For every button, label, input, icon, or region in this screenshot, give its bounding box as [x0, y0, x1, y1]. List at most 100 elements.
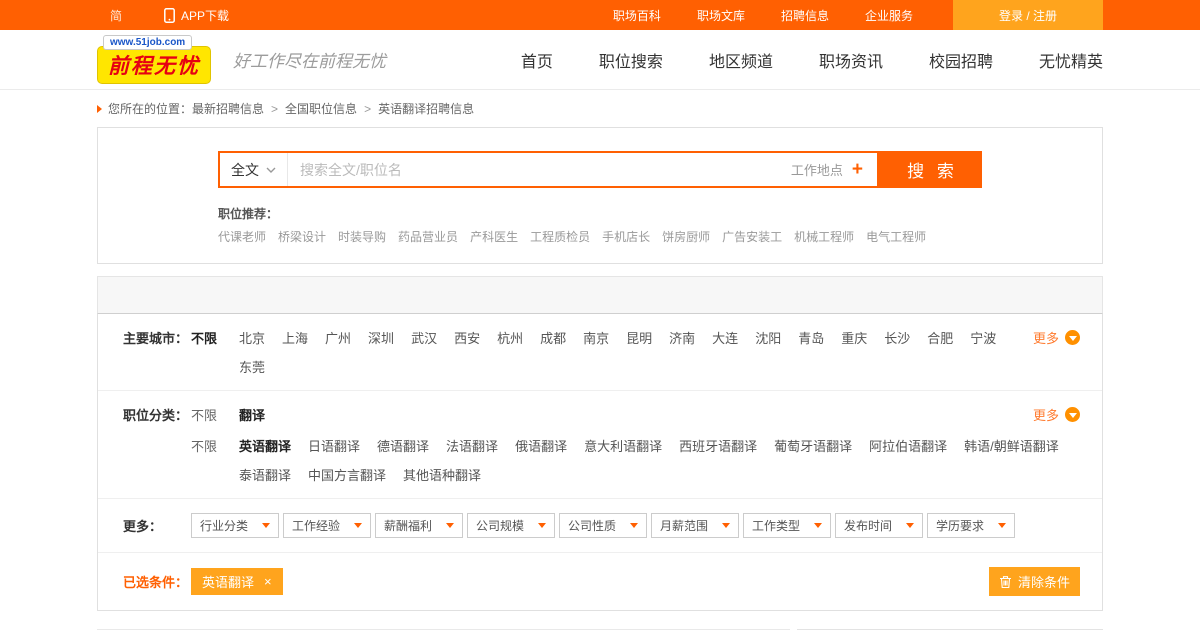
nav-item[interactable]: 职位搜索 [599, 48, 663, 72]
breadcrumb: 您所在的位置： 最新招聘信息 > 全国职位信息 > 英语翻译招聘信息 [97, 100, 1103, 117]
filter-dropdown[interactable]: 工作经验 [283, 513, 371, 538]
recommend-item[interactable]: 桥梁设计 [278, 228, 326, 245]
city-link[interactable]: 杭州 [497, 328, 523, 347]
main-nav: 首页 职位搜索 地区频道 职场资讯 校园招聘 无忧精英 [521, 48, 1103, 72]
breadcrumb-link[interactable]: 全国职位信息 [285, 100, 357, 117]
nav-item[interactable]: 首页 [521, 48, 553, 72]
filter-dropdown[interactable]: 公司性质 [559, 513, 647, 538]
recommend-item[interactable]: 电气工程师 [866, 228, 926, 245]
login-register-button[interactable]: 登录 / 注册 [952, 0, 1103, 30]
city-link[interactable]: 青岛 [798, 328, 824, 347]
subcategory-link[interactable]: 西班牙语翻译 [679, 436, 757, 455]
filter-dropdown[interactable]: 行业分类 [191, 513, 279, 538]
city-link[interactable]: 长沙 [884, 328, 910, 347]
nav-item[interactable]: 地区频道 [709, 48, 773, 72]
city-more-button[interactable]: 更多 [1033, 328, 1102, 347]
arrow-down-circle-icon [1065, 407, 1080, 422]
breadcrumb-link[interactable]: 最新招聘信息 [192, 100, 264, 117]
selected-condition-tag[interactable]: 英语翻译 × [191, 568, 283, 595]
city-more-label: 更多 [1032, 331, 1059, 346]
category-unlimited-link[interactable]: 不限 [191, 405, 239, 424]
city-link[interactable]: 宁波 [970, 328, 996, 347]
work-location-selector[interactable]: 工作地点 + [777, 160, 877, 179]
subcategory-link[interactable]: 韩语/朝鲜语翻译 [964, 436, 1059, 455]
breadcrumb-arrow-icon [97, 104, 102, 113]
subcategory-link[interactable]: 泰语翻译 [239, 465, 291, 484]
recommend-item[interactable]: 产科医生 [470, 228, 518, 245]
subcategory-link[interactable]: 德语翻译 [377, 436, 429, 455]
city-link[interactable]: 广州 [325, 328, 351, 347]
filter-dropdown[interactable]: 月薪范围 [651, 513, 739, 538]
city-link[interactable]: 深圳 [368, 328, 394, 347]
subcategory-selected-link[interactable]: 英语翻译 [239, 436, 291, 455]
recommend-item[interactable]: 广告安装工 [722, 228, 782, 245]
city-unlimited-link[interactable]: 不限 [191, 328, 239, 347]
subcategory-link[interactable]: 其他语种翻译 [403, 465, 481, 484]
recommend-item[interactable]: 时装导购 [338, 228, 386, 245]
phone-icon [164, 7, 175, 23]
recommend-item[interactable]: 手机店长 [602, 228, 650, 245]
city-link[interactable]: 大连 [712, 328, 738, 347]
subcategory-unlimited-link[interactable]: 不限 [191, 436, 239, 455]
lang-simplified-link[interactable]: 简 [110, 7, 122, 24]
city-filter-label: 主要城市： [123, 331, 189, 346]
category-parent-link[interactable]: 翻译 [239, 405, 265, 424]
city-link[interactable]: 东莞 [239, 357, 265, 376]
filter-dropdown[interactable]: 薪酬福利 [375, 513, 463, 538]
filter-box: 主要城市： 不限 北京 上海 广州 深圳 武汉 西安 杭州 成都 南京 昆明 济南 大连 沈阳 青岛 重庆长… [97, 314, 1103, 611]
subcategory-link[interactable]: 阿拉伯语翻译 [869, 436, 947, 455]
breadcrumb-separator: > [271, 101, 279, 116]
logo-wordmark: 前程无忧 [97, 46, 211, 84]
trash-icon [999, 575, 1012, 589]
subcategory-link[interactable]: 日语翻译 [308, 436, 360, 455]
city-link[interactable]: 西安 [454, 328, 480, 347]
breadcrumb-link[interactable]: 英语翻译招聘信息 [378, 100, 474, 117]
filter-dropdown[interactable]: 发布时间 [835, 513, 923, 538]
recommend-item[interactable]: 机械工程师 [794, 228, 854, 245]
topbar-link[interactable]: 职场文库 [697, 7, 745, 24]
city-link[interactable]: 上海 [282, 328, 308, 347]
clear-conditions-button[interactable]: 清除条件 [988, 567, 1080, 596]
subcategory-link[interactable]: 葡萄牙语翻译 [774, 436, 852, 455]
subcategory-link[interactable]: 意大利语翻译 [584, 436, 662, 455]
city-link[interactable]: 沈阳 [755, 328, 781, 347]
city-link[interactable]: 北京 [239, 328, 265, 347]
subcategory-link[interactable]: 法语翻译 [446, 436, 498, 455]
subcategory-link[interactable]: 中国方言翻译 [308, 465, 386, 484]
nav-item[interactable]: 校园招聘 [929, 48, 993, 72]
slogan: 好工作尽在前程无忧 [233, 52, 386, 72]
search-input[interactable] [288, 161, 777, 178]
remove-condition-icon[interactable]: × [264, 574, 272, 589]
recommend-item[interactable]: 代课老师 [218, 228, 266, 245]
topbar-link[interactable]: 企业服务 [865, 7, 913, 24]
filter-dropdown[interactable]: 公司规模 [467, 513, 555, 538]
nav-item[interactable]: 无忧精英 [1039, 48, 1103, 72]
filter-dropdown[interactable]: 工作类型 [743, 513, 831, 538]
clear-conditions-label: 清除条件 [1017, 575, 1070, 590]
category-more-button[interactable]: 更多 [1033, 405, 1102, 424]
city-link[interactable]: 武汉 [411, 328, 437, 347]
ad-placeholder [97, 276, 1103, 314]
filter-dropdown[interactable]: 学历要求 [927, 513, 1015, 538]
topbar-link[interactable]: 招聘信息 [781, 7, 829, 24]
selected-condition-text: 英语翻译 [202, 575, 255, 590]
city-link[interactable]: 合肥 [927, 328, 953, 347]
search-box: 全文 工作地点 + [218, 151, 879, 188]
search-button[interactable]: 搜 索 [879, 151, 982, 188]
app-download-link[interactable]: APP下载 [164, 7, 229, 24]
recommend-item[interactable]: 药品营业员 [398, 228, 458, 245]
city-link[interactable]: 济南 [669, 328, 695, 347]
subcategory-link[interactable]: 俄语翻译 [515, 436, 567, 455]
search-scope-dropdown[interactable]: 全文 [220, 153, 288, 186]
city-link[interactable]: 昆明 [626, 328, 652, 347]
logo[interactable]: www.51job.com 前程无忧 [97, 35, 211, 84]
nav-item[interactable]: 职场资讯 [819, 48, 883, 72]
topbar-link[interactable]: 职场百科 [613, 7, 661, 24]
recommend-item[interactable]: 饼房厨师 [662, 228, 710, 245]
category-more-label: 更多 [1032, 408, 1059, 423]
recommend-item[interactable]: 工程质检员 [530, 228, 590, 245]
city-link[interactable]: 重庆 [841, 328, 867, 347]
city-link[interactable]: 南京 [583, 328, 609, 347]
city-link[interactable]: 成都 [540, 328, 566, 347]
chevron-down-icon [266, 167, 276, 173]
